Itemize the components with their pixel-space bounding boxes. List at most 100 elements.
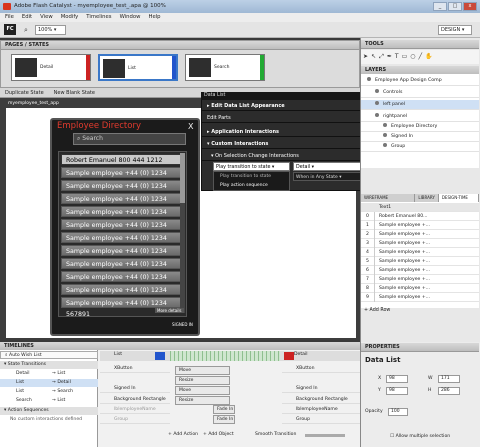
allow-multiple-checkbox[interactable]: ☐ Allow multiple selection [390, 434, 450, 439]
page-thumb-list[interactable]: List [98, 54, 178, 81]
rectangle-tool-icon[interactable]: ▭ [402, 53, 408, 61]
timeline-zoom-slider[interactable] [305, 434, 345, 437]
text-tool-icon[interactable]: T [395, 53, 399, 61]
pen-tool-icon[interactable]: ✒ [387, 53, 392, 61]
add-row-button[interactable]: + Add Row [364, 308, 390, 313]
visibility-icon[interactable] [383, 123, 387, 127]
state-transitions-header[interactable]: ▾ State Transitions [0, 361, 98, 369]
menu-item-play-sequence[interactable]: Play action sequence [214, 181, 289, 190]
action-select[interactable]: Play transition to state ▾ [213, 162, 290, 171]
track-row[interactable]: Signed In [100, 384, 170, 393]
new-blank-state-button[interactable]: New Blank State [54, 88, 95, 97]
zoom-icon[interactable]: ⌕ [24, 26, 28, 35]
tab-library[interactable]: LIBRARY [415, 194, 439, 202]
menu-window[interactable]: Window [120, 13, 141, 22]
visibility-icon[interactable] [383, 133, 387, 137]
list-item[interactable]: Sample employee +44 (0) 1234 567891 [61, 232, 181, 253]
page-thumb-search[interactable]: Search [185, 54, 265, 81]
timeline-ruler[interactable] [170, 351, 280, 361]
transition-row[interactable]: List → Detail [0, 379, 98, 387]
list-item[interactable]: Sample employee +44 (0) 1234 567891 [61, 167, 181, 188]
list-item[interactable]: Sample employee +44 (0) 1234 567891 [61, 245, 181, 266]
table-row[interactable]: 7 Sample employee +... [361, 275, 479, 284]
layer-row[interactable]: Group [361, 142, 479, 152]
h-field[interactable]: 286 [438, 387, 460, 395]
table-row[interactable]: 0 Robert Emanuel 80... [361, 212, 479, 221]
track-row[interactable]: Group [100, 415, 170, 424]
edit-appearance-section[interactable]: ▸ Edit Data List Appearance [201, 101, 386, 111]
action-block[interactable]: Fade In [213, 405, 235, 414]
menu-item-play-transition[interactable]: Play transition to state [214, 172, 289, 181]
list-item[interactable]: Sample employee +44 (0) 1234 567891 [61, 258, 181, 279]
transform-tool-icon[interactable]: ⤢ [379, 53, 384, 61]
list-item[interactable]: Sample employee +44 (0) 1234 567891 [61, 193, 181, 214]
workspace-select[interactable]: DESIGN ▾ [438, 25, 472, 35]
close-window-button[interactable]: x [463, 2, 477, 11]
x-field[interactable]: 98 [386, 375, 408, 383]
layer-row[interactable]: left panel [361, 100, 479, 110]
layer-row[interactable]: Controls [361, 88, 479, 98]
action-block[interactable]: Move [175, 366, 230, 375]
employee-data-list[interactable]: Robert Emanuel 800 444 1212 Sample emplo… [58, 151, 187, 318]
menu-help[interactable]: Help [148, 13, 160, 22]
app-search-input[interactable]: ⌕ Search [73, 133, 186, 145]
app-interactions-section[interactable]: ▸ Application Interactions [201, 127, 386, 137]
hand-tool-icon[interactable]: ✋ [425, 53, 432, 61]
transition-row[interactable]: List → Search [0, 388, 98, 396]
visibility-icon[interactable] [383, 143, 387, 147]
track-row[interactable]: Background Rectangle [100, 395, 170, 404]
action-block[interactable]: Move [175, 386, 230, 395]
y-field[interactable]: 98 [386, 387, 408, 395]
ellipse-tool-icon[interactable]: ○ [410, 53, 415, 61]
track-row[interactable]: Group [282, 415, 360, 424]
table-row[interactable]: 4 Sample employee +... [361, 248, 479, 257]
tab-design-data[interactable]: DESIGN-TIME DATA [438, 194, 479, 208]
action-sequences-header[interactable]: ▾ Action Sequences [0, 407, 98, 415]
smooth-transition-button[interactable]: Smooth Transition [255, 432, 296, 437]
line-tool-icon[interactable]: ╱ [419, 53, 423, 61]
track-row[interactable]: lblemployeeName [282, 405, 360, 414]
minimize-button[interactable]: _ [433, 2, 447, 11]
list-item[interactable]: Sample employee +44 (0) 1234 567891 [61, 297, 181, 318]
menu-modify[interactable]: Modify [61, 13, 79, 22]
custom-interactions-section[interactable]: ▾ Custom Interactions [201, 139, 386, 149]
list-item[interactable]: Sample employee +44 (0) 1234 567891 [61, 206, 181, 227]
select-tool-icon[interactable]: ➤ [363, 53, 368, 61]
action-block[interactable]: Resize [175, 376, 230, 385]
action-block[interactable]: Resize [175, 396, 230, 405]
layer-row[interactable]: Employee Directory [361, 122, 479, 132]
track-row[interactable]: lblemployeeName [100, 405, 170, 414]
table-row[interactable]: 3 Sample employee +... [361, 239, 479, 248]
add-object-button[interactable]: + Add Object [203, 432, 234, 437]
direct-select-tool-icon[interactable]: ↖ [371, 53, 376, 61]
track-row[interactable]: XButton [100, 364, 170, 373]
more-details-button[interactable]: More details [155, 308, 184, 313]
action-block[interactable]: Fade In [213, 415, 235, 424]
table-row[interactable]: 8 Sample employee +... [361, 284, 479, 293]
w-field[interactable]: 171 [438, 375, 460, 383]
table-row[interactable]: 5 Sample employee +... [361, 257, 479, 266]
list-item[interactable]: Sample employee +44 (0) 1234 567891 [61, 180, 181, 201]
tab-wireframe[interactable]: WIREFRAME COMPONENTS [361, 194, 416, 208]
table-row[interactable]: 1 Sample employee +... [361, 221, 479, 230]
layer-row[interactable]: Employee App Design Comp [361, 76, 479, 86]
app-close-button[interactable]: X [188, 122, 193, 131]
list-item[interactable]: Sample employee +44 (0) 1234 567891 [61, 284, 181, 305]
visibility-icon[interactable] [375, 89, 379, 93]
menu-file[interactable]: File [5, 13, 14, 22]
list-item[interactable]: Sample employee +44 (0) 1234 567891 [61, 271, 181, 292]
menu-timelines[interactable]: Timelines [86, 13, 111, 22]
list-item[interactable]: Sample employee +44 (0) 1234 567891 [61, 219, 181, 240]
menu-edit[interactable]: Edit [22, 13, 32, 22]
visibility-icon[interactable] [375, 101, 379, 105]
edit-parts-button[interactable]: Edit Parts [201, 113, 386, 123]
opacity-field[interactable]: 100 [388, 408, 408, 416]
track-row[interactable]: Background Rectangle [282, 395, 360, 404]
transition-row[interactable]: Search → List [0, 397, 98, 405]
track-row[interactable]: Signed In [282, 384, 360, 393]
visibility-icon[interactable] [375, 113, 379, 117]
layer-row[interactable]: rightpanel [361, 112, 479, 122]
maximize-button[interactable]: □ [448, 2, 462, 11]
page-thumb-detail[interactable]: Detail [11, 54, 91, 81]
add-action-button[interactable]: + Add Action [168, 432, 198, 437]
